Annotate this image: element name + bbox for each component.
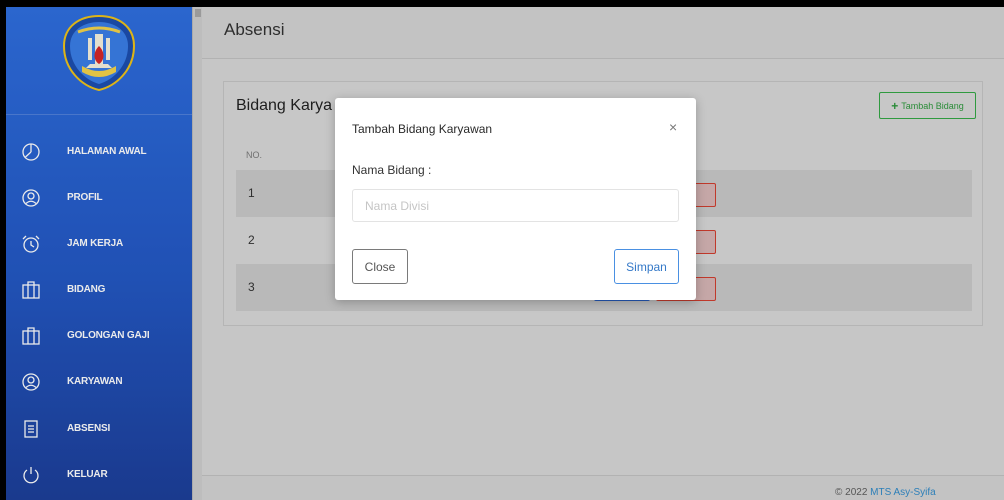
- row-number: 3: [248, 280, 255, 294]
- simpan-button[interactable]: Simpan: [614, 249, 679, 284]
- modal-backdrop-sidebar[interactable]: [6, 7, 192, 500]
- tambah-bidang-label: Tambah Bidang: [901, 100, 964, 111]
- nama-bidang-input[interactable]: [352, 189, 679, 222]
- row-number: 2: [248, 233, 255, 247]
- footer-text: © 2022 MTS Asy-Syifa: [835, 487, 936, 498]
- plus-icon: +: [891, 98, 899, 113]
- copyright-text: © 2022: [835, 487, 871, 498]
- nama-bidang-label: Nama Bidang :: [352, 163, 432, 177]
- modal-title: Tambah Bidang Karyawan: [352, 122, 493, 136]
- scrollbar-thumb[interactable]: [195, 9, 201, 17]
- card-title: Bidang Karya: [236, 97, 333, 114]
- sidebar: HALAMAN AWAL PROFIL JAM KERJA BIDANG GOL…: [6, 7, 192, 500]
- sidebar-scrollbar[interactable]: [192, 7, 202, 500]
- footer: © 2022 MTS Asy-Syifa: [202, 475, 1004, 500]
- close-button[interactable]: Close: [352, 249, 408, 284]
- tambah-bidang-modal: Tambah Bidang Karyawan × Nama Bidang : C…: [335, 98, 696, 300]
- column-header-no: NO.: [246, 150, 263, 160]
- row-number: 1: [248, 186, 255, 200]
- tambah-bidang-button[interactable]: + Tambah Bidang: [879, 92, 976, 119]
- close-icon[interactable]: ×: [669, 119, 677, 135]
- topbar: Absensi: [202, 7, 1004, 59]
- footer-link[interactable]: MTS Asy-Syifa: [870, 487, 936, 498]
- page-title: Absensi: [224, 20, 285, 39]
- app-window: HALAMAN AWAL PROFIL JAM KERJA BIDANG GOL…: [6, 7, 1004, 500]
